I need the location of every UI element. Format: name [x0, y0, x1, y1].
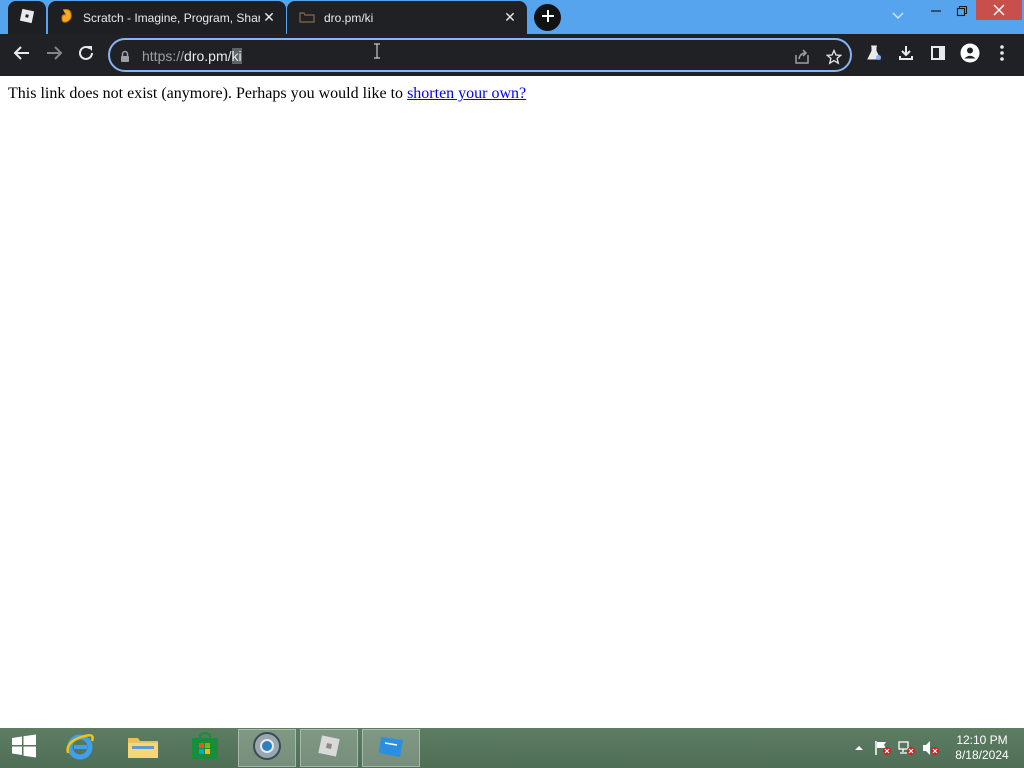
labs-button[interactable]: [858, 39, 890, 71]
reload-icon: [77, 44, 95, 66]
taskbar-file-explorer[interactable]: [114, 729, 172, 767]
taskbar-chrome[interactable]: [238, 729, 296, 767]
tab-search-button[interactable]: [886, 4, 910, 26]
new-tab-button[interactable]: [534, 4, 561, 31]
url-host: dro.pm/: [184, 48, 232, 64]
tab-title: Scratch - Imagine, Program, Share: [83, 10, 260, 25]
back-button[interactable]: [6, 39, 38, 71]
page-content: This link does not exist (anymore). Perh…: [0, 76, 1024, 728]
store-icon: [190, 731, 220, 765]
profile-button[interactable]: [954, 39, 986, 71]
download-icon: [898, 45, 914, 65]
close-tab-icon[interactable]: ✕: [501, 9, 519, 27]
start-button[interactable]: [0, 729, 48, 767]
taskbar-roblox[interactable]: [300, 729, 358, 767]
url-path-selected: ki: [231, 48, 242, 64]
restore-icon: [956, 2, 968, 21]
lock-icon[interactable]: [120, 48, 130, 67]
shorten-your-own-link[interactable]: shorten your own?: [407, 85, 526, 102]
windows-logo-icon: [11, 734, 37, 762]
taskbar-roblox-studio[interactable]: [362, 729, 420, 767]
restore-button[interactable]: [950, 0, 974, 22]
tab-strip: Scratch - Imagine, Program, Share ✕ dro.…: [0, 0, 1024, 34]
side-panel-button[interactable]: [922, 39, 954, 71]
taskbar: 12:10 PM 8/18/2024: [0, 728, 1024, 768]
network-icon[interactable]: [898, 740, 916, 756]
folder-icon: [126, 732, 160, 764]
scratch-icon: [60, 8, 74, 28]
more-vertical-icon: [999, 44, 1005, 66]
menu-button[interactable]: [986, 39, 1018, 71]
url-text[interactable]: https://dro.pm/ki: [142, 46, 242, 66]
roblox-icon: [19, 8, 35, 28]
bookmark-star-icon[interactable]: [824, 47, 844, 67]
roblox-icon: [314, 731, 344, 765]
site-favicon-icon: [299, 8, 315, 27]
browser-toolbar: https://dro.pm/ki: [0, 34, 1024, 76]
clock-date: 8/18/2024: [955, 748, 1009, 762]
not-found-message: This link does not exist (anymore). Perh…: [8, 85, 526, 103]
reload-button[interactable]: [70, 39, 102, 71]
arrow-left-icon: [13, 44, 31, 66]
share-icon[interactable]: [792, 47, 812, 67]
url-scheme: https://: [142, 48, 185, 64]
downloads-button[interactable]: [890, 39, 922, 71]
chevron-up-icon[interactable]: [850, 740, 868, 756]
system-clock[interactable]: 12:10 PM 8/18/2024: [944, 733, 1020, 763]
arrow-right-icon: [45, 44, 63, 66]
message-text: This link does not exist (anymore). Perh…: [8, 85, 408, 102]
close-tab-icon[interactable]: ✕: [260, 9, 278, 27]
avatar-icon: [960, 43, 980, 67]
text-cursor-icon: [373, 43, 381, 63]
tab-scratch[interactable]: Scratch - Imagine, Program, Share ✕: [48, 1, 286, 34]
flask-icon: [866, 45, 882, 65]
forward-button[interactable]: [38, 39, 70, 71]
close-window-button[interactable]: [976, 0, 1022, 20]
internet-explorer-icon: [65, 731, 97, 765]
taskbar-internet-explorer[interactable]: [52, 729, 110, 767]
plus-icon: [541, 8, 555, 27]
tab-title: dro.pm/ki: [324, 10, 374, 25]
pinned-tab-roblox[interactable]: [8, 1, 46, 34]
tab-dro-pm[interactable]: dro.pm/ki ✕: [287, 1, 527, 34]
minimize-button[interactable]: [924, 0, 948, 22]
side-panel-icon: [930, 45, 946, 65]
close-icon: [993, 1, 1005, 20]
address-bar[interactable]: https://dro.pm/ki: [108, 38, 852, 72]
taskbar-store[interactable]: [176, 729, 234, 767]
minimize-icon: [930, 2, 942, 21]
clock-time: 12:10 PM: [956, 733, 1008, 747]
chrome-icon: [252, 731, 282, 765]
speaker-muted-icon[interactable]: [922, 740, 940, 756]
action-center-flag-icon[interactable]: [874, 740, 892, 756]
chevron-down-icon: [891, 6, 905, 25]
roblox-studio-icon: [376, 731, 406, 765]
